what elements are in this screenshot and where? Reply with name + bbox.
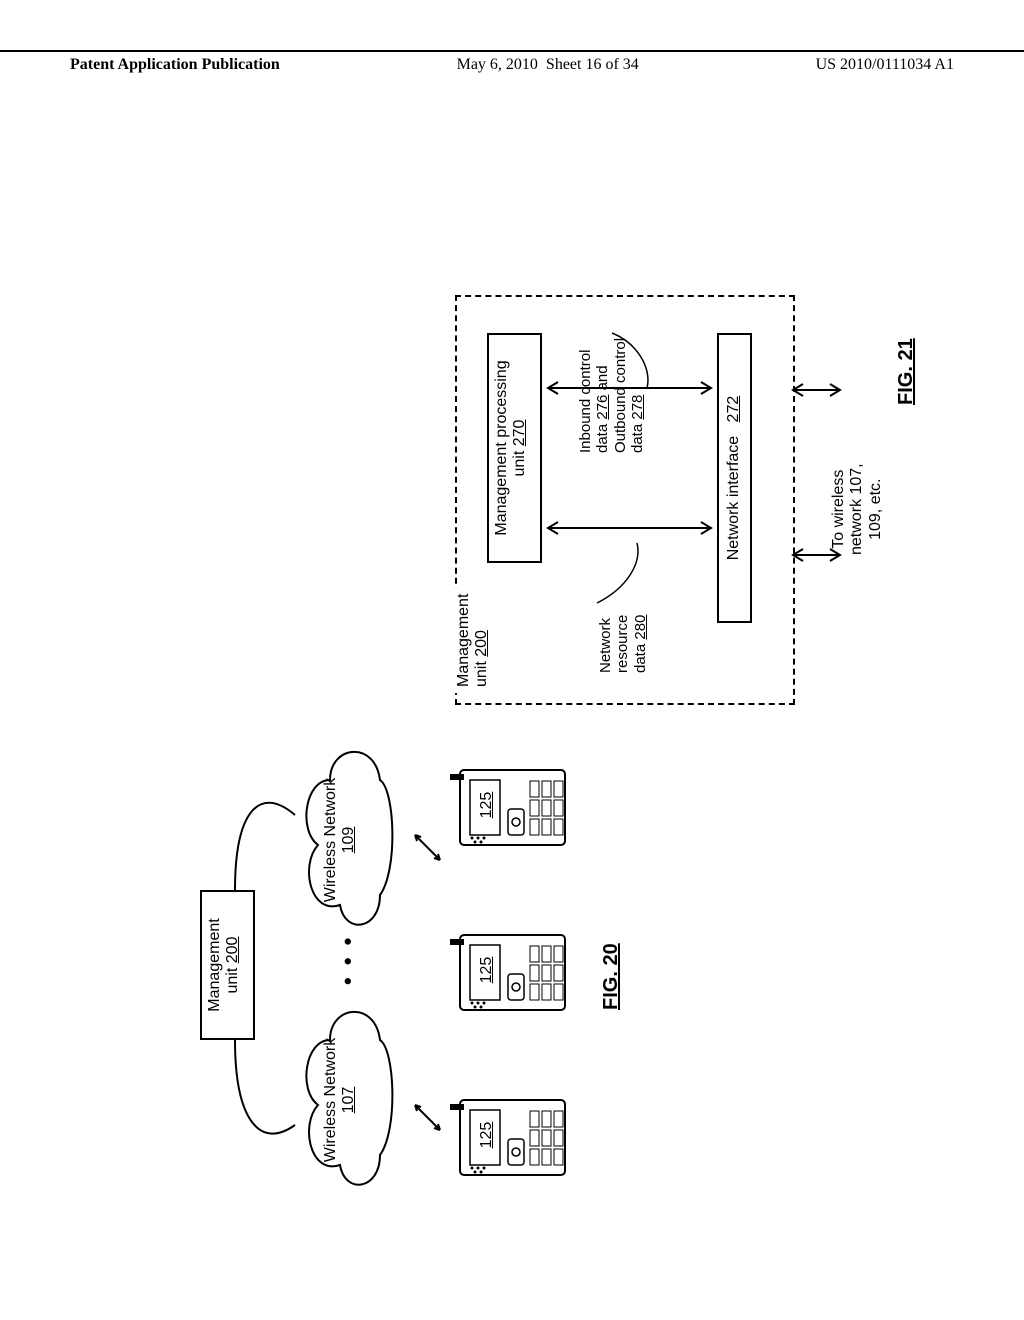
phone1-num: 125 <box>478 1090 496 1180</box>
cloud2-num: 109 <box>340 740 358 940</box>
management-unit-box: Management unit 200 <box>200 890 255 1040</box>
figures-area: Management unit 200 Wireless Network 107… <box>0 150 1024 1320</box>
rf-arrow-1 <box>395 1080 455 1140</box>
header-center: May 6, 2010 Sheet 16 of 34 <box>457 56 639 74</box>
fig21-caption: FIG. 21 <box>895 338 918 405</box>
header-left: Patent Application Publication <box>70 56 280 74</box>
phone-device-3: 125 <box>450 760 570 850</box>
management-unit-dashed-box: Management unit 200 Management processin… <box>455 295 795 705</box>
cloud-label: Wireless Network <box>322 1038 339 1162</box>
figure-20: Management unit 200 Wireless Network 107… <box>200 700 580 1240</box>
wireless-network-cloud-109: Wireless Network 109 <box>290 740 400 940</box>
phone-device-1: 125 <box>450 1090 570 1180</box>
network-interface-box: Network interface 272 <box>717 333 752 623</box>
phone2-num: 125 <box>478 925 496 1015</box>
fig20-caption: FIG. 20 <box>600 943 623 1010</box>
phone3-num: 125 <box>478 760 496 850</box>
cloud-label: Wireless Network <box>322 778 339 902</box>
dashed-title: Management unit 200 <box>455 588 490 693</box>
arrow-out-right <box>790 375 845 405</box>
mgmt-unit: unit <box>224 968 241 994</box>
mgmt-num: 200 <box>224 937 241 964</box>
header-right: US 2010/0111034 A1 <box>816 56 954 74</box>
page-header: Patent Application Publication May 6, 20… <box>0 50 1024 74</box>
mgmt-label: Management <box>206 918 223 1011</box>
cloud1-num: 107 <box>340 1000 358 1200</box>
management-processing-unit-box: Management processing unit 270 <box>487 333 542 563</box>
wireless-network-cloud-107: Wireless Network 107 <box>290 1000 400 1200</box>
phone-device-2: 125 <box>450 925 570 1015</box>
figure-21: Management unit 200 Management processin… <box>435 285 905 705</box>
leader-nrd <box>587 533 667 613</box>
leader-ctrl <box>607 318 667 388</box>
rf-arrow-2 <box>395 810 455 870</box>
arrow-out-left <box>790 540 845 570</box>
